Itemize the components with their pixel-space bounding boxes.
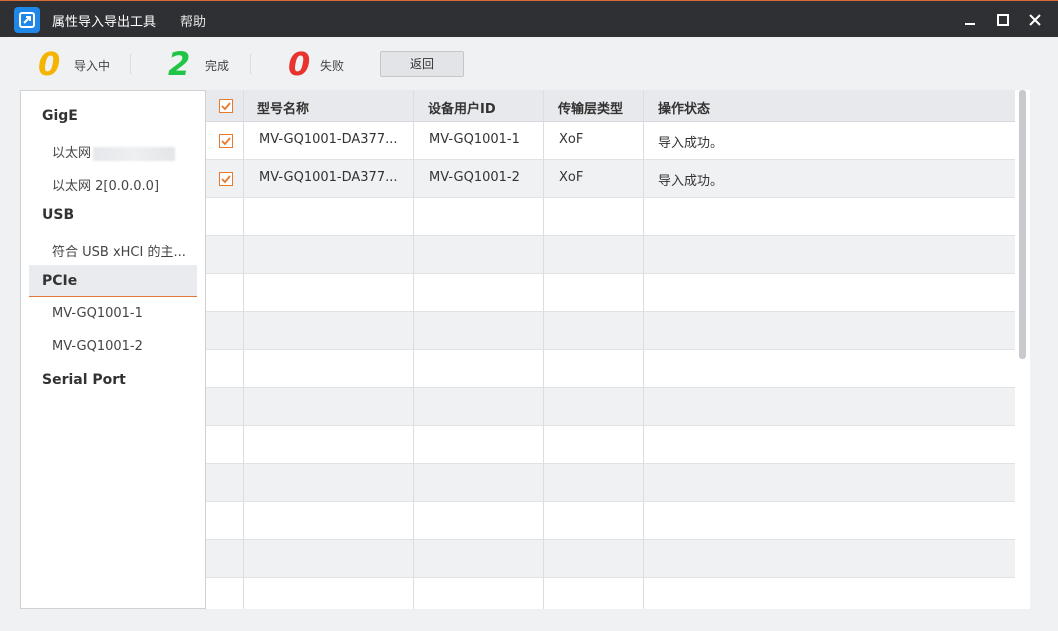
empty-row [206, 540, 1015, 578]
column-header-transport[interactable]: 传输层类型 [558, 98, 623, 117]
close-icon[interactable] [1027, 12, 1043, 28]
sidebar-item-label: 以太网 [52, 146, 92, 161]
table-header: 型号名称 设备用户ID 传输层类型 操作状态 [206, 90, 1015, 122]
select-all-checkbox[interactable] [219, 99, 233, 113]
back-button[interactable]: 返回 [380, 51, 464, 77]
column-divider [413, 90, 414, 609]
check-icon [221, 175, 231, 184]
importing-label: 导入中 [74, 59, 111, 73]
done-label: 完成 [205, 59, 230, 73]
redacted-address [93, 146, 176, 161]
row-checkbox[interactable] [219, 172, 233, 186]
sidebar-item-device-2[interactable]: MV-GQ1001-2 [52, 339, 143, 354]
cell-model: MV-GQ1001-DA377... [259, 132, 398, 147]
scrollbar-thumb[interactable] [1019, 90, 1026, 359]
column-header-user-id[interactable]: 设备用户ID [428, 98, 496, 117]
empty-row [206, 350, 1015, 388]
window-title: 属性导入导出工具 [52, 15, 157, 30]
column-divider [643, 90, 644, 609]
empty-row [206, 426, 1015, 464]
failed-label: 失败 [320, 59, 345, 73]
cell-model: MV-GQ1001-DA377... [259, 170, 398, 185]
table-row[interactable]: MV-GQ1001-DA377... MV-GQ1001-1 XoF 导入成功。 [206, 122, 1015, 160]
cell-status: 导入成功。 [658, 136, 724, 151]
column-divider [243, 90, 244, 609]
result-table: 型号名称 设备用户ID 传输层类型 操作状态 MV-GQ1001-DA377..… [206, 90, 1015, 609]
empty-row [206, 502, 1015, 540]
maximize-icon[interactable] [995, 12, 1011, 28]
sidebar-item-device-1[interactable]: MV-GQ1001-1 [52, 306, 143, 321]
row-checkbox[interactable] [219, 134, 233, 148]
empty-row [206, 388, 1015, 426]
divider [250, 54, 251, 74]
app-window: 属性导入导出工具 帮助 0 导入中 2 完成 0 失败 返回 GigE 以太网 … [0, 0, 1058, 631]
empty-row [206, 312, 1015, 350]
empty-row [206, 578, 1015, 609]
cell-transport: XoF [559, 132, 584, 147]
empty-row [206, 274, 1015, 312]
check-icon [221, 137, 231, 146]
failed-count: 0 [288, 45, 311, 83]
table-row[interactable]: MV-GQ1001-DA377... MV-GQ1001-2 XoF 导入成功。 [206, 160, 1015, 198]
column-header-model[interactable]: 型号名称 [257, 98, 309, 117]
device-tree-sidebar: GigE 以太网 以太网 2[0.0.0.0] USB 符合 USB xHCI … [20, 90, 206, 609]
export-arrow-icon [14, 7, 40, 33]
cell-user-id: MV-GQ1001-2 [429, 170, 520, 185]
cell-transport: XoF [559, 170, 584, 185]
empty-row [206, 464, 1015, 502]
sidebar-item-ethernet-2[interactable]: 以太网 2[0.0.0.0] [52, 175, 159, 194]
done-count: 2 [168, 45, 191, 83]
divider [130, 54, 131, 74]
sidebar-item-ethernet-1[interactable]: 以太网 [52, 142, 176, 161]
importing-count: 0 [38, 45, 61, 83]
empty-row [206, 236, 1015, 274]
check-icon [221, 102, 231, 111]
sidebar-category-usb[interactable]: USB [42, 207, 74, 223]
sidebar-category-gige[interactable]: GigE [42, 108, 78, 124]
cell-user-id: MV-GQ1001-1 [429, 132, 520, 147]
menu-help[interactable]: 帮助 [180, 11, 206, 30]
empty-row [206, 198, 1015, 236]
cell-status: 导入成功。 [658, 174, 724, 189]
sidebar-category-serial[interactable]: Serial Port [42, 372, 126, 388]
minimize-icon[interactable] [962, 12, 978, 28]
title-bar: 属性导入导出工具 帮助 [0, 0, 1058, 37]
column-header-status[interactable]: 操作状态 [658, 98, 710, 117]
sidebar-item-usb-controller[interactable]: 符合 USB xHCI 的主... [52, 241, 186, 260]
column-divider [543, 90, 544, 609]
sidebar-category-pcie[interactable]: PCIe [42, 273, 77, 289]
